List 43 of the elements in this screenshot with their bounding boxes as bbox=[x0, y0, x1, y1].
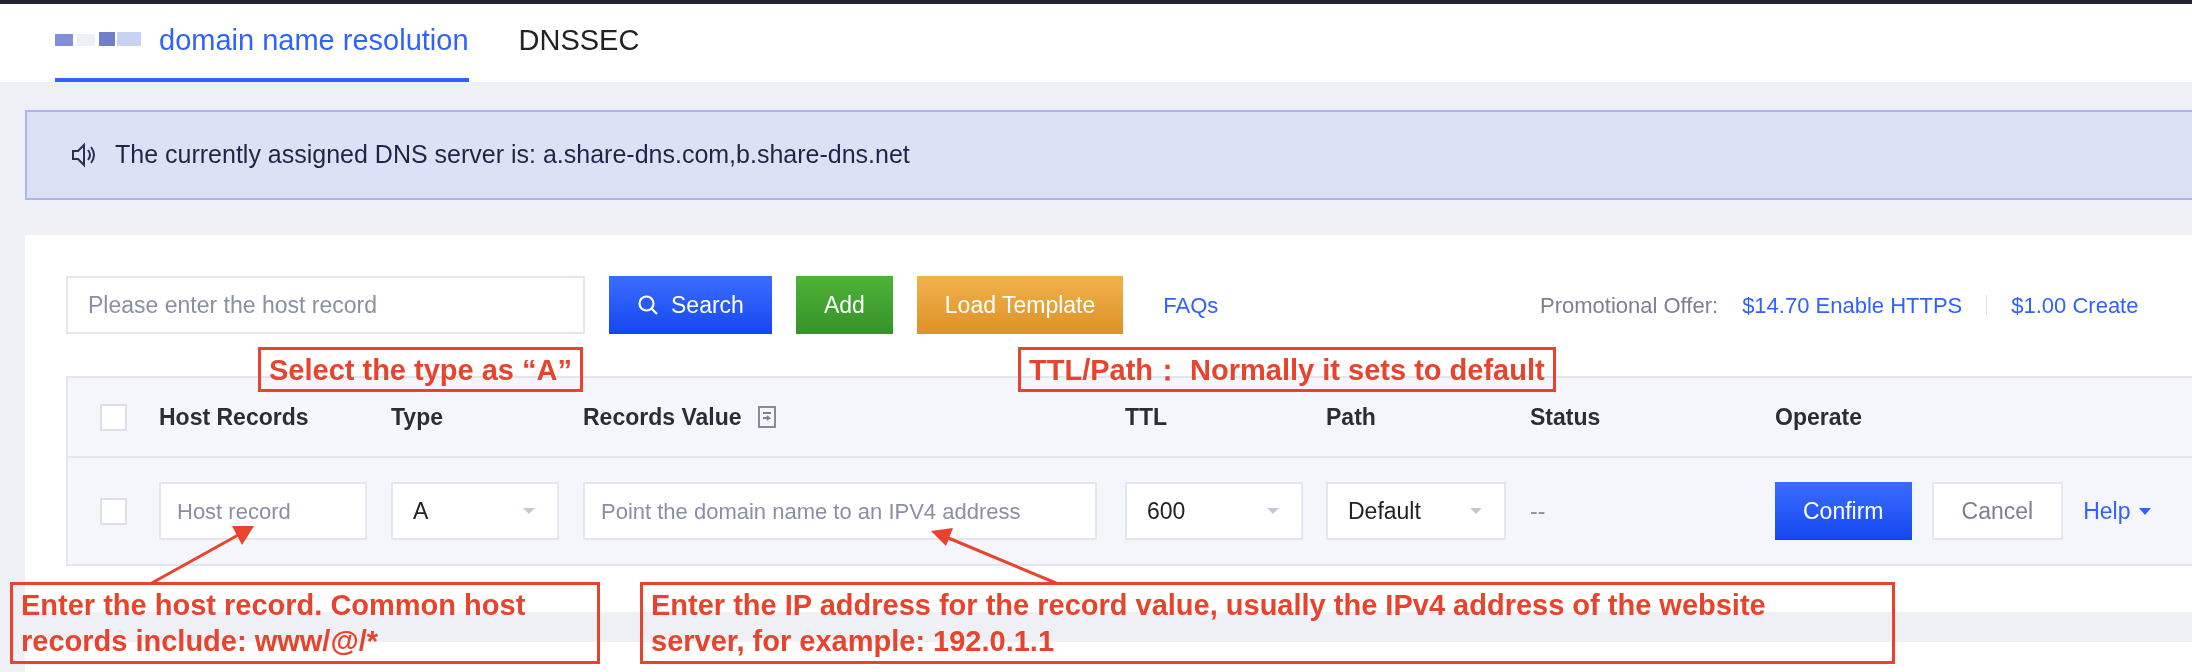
column-header: Host Records bbox=[159, 402, 309, 432]
select-field[interactable]: 600 bbox=[1125, 482, 1303, 540]
notice-text: The currently assigned DNS server is: a.share-dns.com,b.share-dns.net bbox=[115, 139, 910, 171]
caret-icon bbox=[2138, 506, 2153, 516]
input-field[interactable]: Host record bbox=[159, 482, 367, 540]
select-value: Default bbox=[1348, 496, 1421, 526]
column-settings-icon bbox=[757, 406, 776, 428]
help-dropdown[interactable]: Help bbox=[2083, 493, 2153, 529]
checkbox[interactable] bbox=[100, 403, 127, 431]
search-field[interactable]: Please enter the host record bbox=[66, 276, 585, 334]
annotation-box: TTL/Path： Normally it sets to default bbox=[1018, 347, 1556, 392]
caret-icon bbox=[1265, 506, 1281, 516]
column-header: Records Value bbox=[583, 402, 742, 432]
cancel-button[interactable]: Cancel bbox=[1931, 482, 2064, 540]
column-header: Status bbox=[1530, 402, 1601, 432]
tab[interactable]: domain name resolution bbox=[55, 4, 469, 82]
add-button[interactable]: Add bbox=[795, 276, 893, 334]
column-header: Path bbox=[1326, 402, 1376, 432]
column-header: Operate bbox=[1775, 402, 1862, 432]
annotation-box: Enter the host record. Common host records include: www/@/* bbox=[10, 582, 600, 664]
tab[interactable]: DNSSEC bbox=[518, 4, 640, 82]
faq-link[interactable]: FAQs bbox=[1163, 288, 1219, 322]
column-header: Type bbox=[391, 402, 443, 432]
search-icon bbox=[637, 294, 659, 316]
column-header: TTL bbox=[1125, 402, 1168, 432]
input-field[interactable]: Point the domain name to an IPV4 address bbox=[583, 482, 1097, 540]
tab-label: DNSSEC bbox=[518, 23, 640, 59]
promo-link[interactable]: $14.70 Enable HTTPS bbox=[1742, 288, 1963, 322]
promo-label: Promotional Offer: bbox=[1540, 291, 1719, 320]
promo-link[interactable]: $1.00 Create bbox=[2011, 288, 2139, 322]
select-value: A bbox=[413, 496, 429, 526]
checkbox[interactable] bbox=[100, 497, 127, 525]
tab-label: domain name resolution bbox=[159, 23, 469, 59]
caret-icon bbox=[521, 506, 537, 516]
confirm-button[interactable]: Confirm bbox=[1775, 482, 1912, 540]
select-field[interactable]: A bbox=[391, 482, 559, 540]
select-value: 600 bbox=[1147, 496, 1186, 526]
search-button[interactable]: Search bbox=[609, 276, 772, 334]
status-text: -- bbox=[1530, 496, 1546, 526]
annotation-box: Select the type as “A” bbox=[258, 347, 583, 392]
caret-icon bbox=[1468, 506, 1484, 516]
select-field[interactable]: Default bbox=[1326, 482, 1506, 540]
annotation-box: Enter the IP address for the record value, usually the IPv4 address of the website server, for example: 192.0.1.1 bbox=[640, 582, 1895, 664]
